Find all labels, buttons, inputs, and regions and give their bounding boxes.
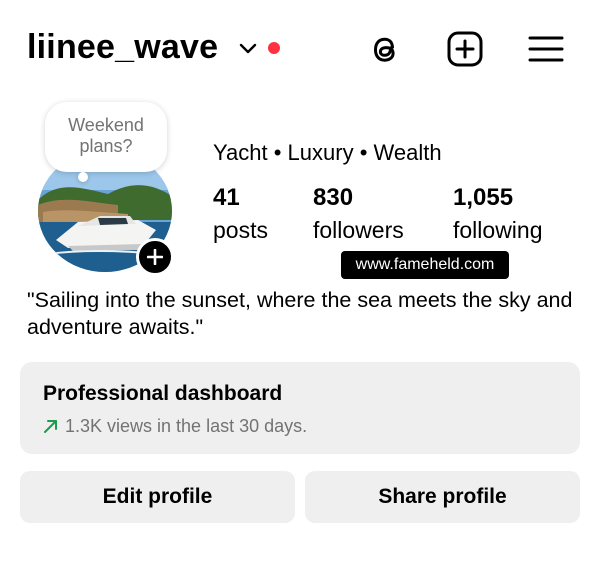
edit-profile-button[interactable]: Edit profile xyxy=(20,471,295,523)
dashboard-title: Professional dashboard xyxy=(43,382,283,405)
threads-icon[interactable] xyxy=(366,30,404,68)
stat-posts[interactable]: 41 posts xyxy=(213,184,268,244)
note-line-2: plans? xyxy=(79,136,133,156)
stat-value: 41 xyxy=(213,184,240,211)
professional-dashboard-card[interactable]: Professional dashboard 1.3K views in the… xyxy=(20,362,580,454)
share-profile-button[interactable]: Share profile xyxy=(305,471,580,523)
stat-label: following xyxy=(453,217,543,243)
note-tail xyxy=(78,172,88,182)
menu-icon[interactable] xyxy=(527,30,565,68)
trend-up-icon xyxy=(44,420,57,433)
profile-bio: "Sailing into the sunset, where the sea … xyxy=(27,288,573,339)
stat-followers[interactable]: 830 followers xyxy=(313,184,404,244)
watermark-label: www.fameheld.com xyxy=(341,251,509,279)
profile-category: Yacht • Luxury • Wealth xyxy=(213,140,442,165)
notification-dot xyxy=(268,42,280,54)
top-bar: liinee_wave xyxy=(0,0,600,100)
stat-label: followers xyxy=(313,217,404,243)
add-story-button[interactable] xyxy=(136,238,174,276)
note-line-1: Weekend xyxy=(68,115,144,135)
note-bubble[interactable]: Weekend plans? xyxy=(45,102,167,172)
stat-label: posts xyxy=(213,217,268,243)
dashboard-subtitle: 1.3K views in the last 30 days. xyxy=(43,416,580,437)
plus-icon xyxy=(147,249,163,265)
stat-following[interactable]: 1,055 following xyxy=(453,184,543,244)
create-plus-icon[interactable] xyxy=(446,30,484,68)
dashboard-subtitle-text: 1.3K views in the last 30 days. xyxy=(65,416,308,436)
stat-value: 1,055 xyxy=(453,184,514,211)
stat-value: 830 xyxy=(313,184,354,211)
username[interactable]: liinee_wave xyxy=(27,28,218,67)
chevron-down-icon[interactable] xyxy=(238,42,258,56)
